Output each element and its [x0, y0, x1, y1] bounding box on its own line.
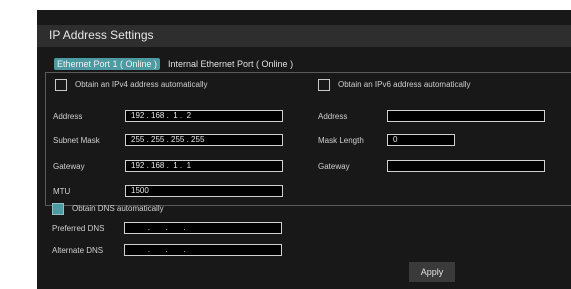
checkbox-checked-icon	[52, 203, 64, 215]
ipv4-gateway-label: Gateway	[53, 162, 85, 171]
ipv6-address-label: Address	[318, 112, 348, 121]
ipv6-auto-label: Obtain an IPv6 address automatically	[338, 80, 471, 89]
alternate-dns-field[interactable]: . . .	[124, 244, 282, 256]
preferred-dns-field[interactable]: . . .	[124, 222, 282, 234]
tab-internal-ethernet-port[interactable]: Internal Ethernet Port ( Online )	[168, 58, 293, 70]
ipv4-auto-label: Obtain an IPv4 address automatically	[75, 80, 208, 89]
dns-auto-label: Obtain DNS automatically	[72, 204, 164, 213]
alternate-dns-label: Alternate DNS	[52, 246, 104, 255]
ipv4-address-label: Address	[53, 112, 83, 121]
ipv6-address-field[interactable]	[387, 110, 545, 122]
ipv4-address-field[interactable]: 192 . 168 . 1 . 2	[125, 110, 283, 122]
checkbox-icon	[318, 79, 330, 91]
ipv4-gateway-field[interactable]: 192 . 168 . 1 . 1	[125, 160, 283, 172]
ipv6-gateway-label: Gateway	[318, 162, 350, 171]
apply-button[interactable]: Apply	[409, 262, 455, 282]
subnet-mask-field[interactable]: 255 . 255 . 255 . 255	[125, 134, 283, 146]
mtu-label: MTU	[53, 187, 71, 196]
mask-length-label: Mask Length	[318, 136, 364, 145]
settings-panel: IP Address Settings Ethernet Port 1 ( On…	[37, 10, 571, 289]
ip-settings-group: Obtain an IPv4 address automatically Add…	[45, 72, 571, 206]
page-title: IP Address Settings	[49, 28, 154, 42]
mtu-field[interactable]: 1500	[125, 185, 283, 197]
checkbox-icon	[55, 79, 67, 91]
mask-length-field[interactable]: 0	[387, 134, 455, 146]
ipv4-auto-checkbox[interactable]: Obtain an IPv4 address automatically	[55, 78, 285, 92]
dns-auto-checkbox[interactable]: Obtain DNS automatically	[52, 202, 252, 216]
preferred-dns-label: Preferred DNS	[52, 224, 105, 233]
title-bar: IP Address Settings	[37, 25, 571, 47]
ipv6-gateway-field[interactable]	[387, 160, 545, 172]
ipv6-auto-checkbox[interactable]: Obtain an IPv6 address automatically	[318, 78, 558, 92]
subnet-mask-label: Subnet Mask	[53, 136, 100, 145]
tab-ethernet-port-1[interactable]: Ethernet Port 1 ( Online )	[54, 58, 161, 70]
